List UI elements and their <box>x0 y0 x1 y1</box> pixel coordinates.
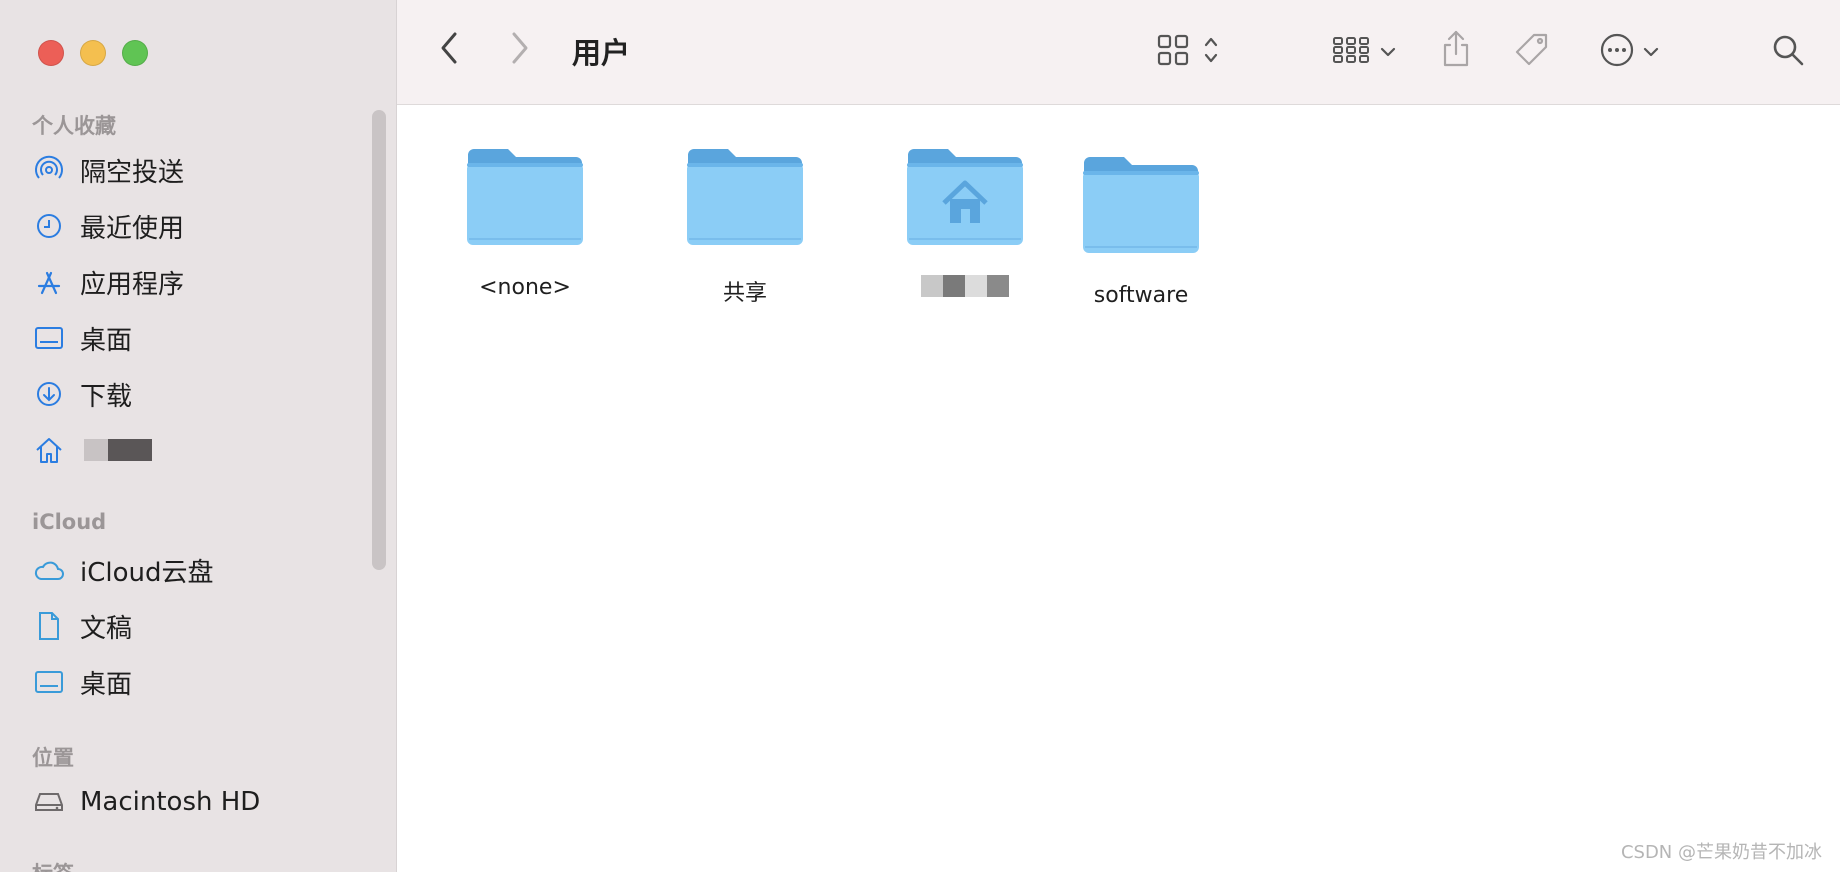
locations-section-title: 位置 <box>32 746 74 770</box>
sidebar-item-applications[interactable]: 应用程序 <box>32 260 362 304</box>
ellipsis-circle-icon <box>1599 32 1635 72</box>
disk-icon <box>32 785 66 819</box>
redacted-username <box>108 439 152 461</box>
sidebar-item-desktop[interactable]: 桌面 <box>32 316 362 360</box>
updown-chevron-icon <box>1203 34 1219 70</box>
sidebar-item-downloads[interactable]: 下载 <box>32 372 362 416</box>
folder-icon <box>1080 153 1202 261</box>
sidebar-item-icloud-desktop[interactable]: 桌面 <box>32 660 362 704</box>
icloud-section-title: iCloud <box>32 510 107 534</box>
desktop-icon <box>32 321 66 355</box>
sidebar-item-airdrop[interactable]: 隔空投送 <box>32 148 362 192</box>
sidebar-item-label: 应用程序 <box>80 269 185 300</box>
sidebar-item-icloud-drive[interactable]: iCloud云盘 <box>32 548 362 592</box>
apps-icon <box>32 265 66 299</box>
watermark: CSDN @芒果奶昔不加冰 <box>1620 842 1822 863</box>
folder-name: 共享 <box>722 281 767 306</box>
folder-item[interactable]: software <box>1051 153 1231 308</box>
search-button[interactable] <box>1766 30 1810 74</box>
document-icon <box>32 609 66 643</box>
folder-name: software <box>1093 283 1189 308</box>
sidebar-item-label: 桌面 <box>80 669 133 700</box>
chevron-left-icon <box>438 30 460 70</box>
sidebar-item-home[interactable] <box>32 428 362 472</box>
zoom-button[interactable] <box>122 40 148 66</box>
sidebar-item-label: 最近使用 <box>80 213 185 244</box>
share-icon <box>1440 28 1472 72</box>
minimize-button[interactable] <box>80 40 106 66</box>
folder-item[interactable]: <none> <box>435 145 615 300</box>
view-mode-button[interactable] <box>1148 32 1228 72</box>
desktop-icon <box>32 665 66 699</box>
file-browser: <none> 共享 software CSDN @芒果奶昔不加冰 <box>397 105 1840 872</box>
window-title: 用户 <box>572 36 631 70</box>
home-folder-icon <box>904 145 1026 253</box>
home-folder-item[interactable] <box>875 145 1055 297</box>
sidebar-item-documents[interactable]: 文稿 <box>32 604 362 648</box>
chevron-right-icon <box>509 30 531 70</box>
more-actions-button[interactable] <box>1594 30 1664 74</box>
folder-icon <box>464 145 586 253</box>
chevron-down-icon <box>1643 43 1659 62</box>
tag-icon <box>1513 31 1551 73</box>
group-by-button[interactable] <box>1326 32 1402 72</box>
favorites-section-title: 个人收藏 <box>32 114 116 138</box>
sidebar-scrollbar[interactable] <box>372 110 386 570</box>
share-button[interactable] <box>1436 28 1476 72</box>
group-by-icon <box>1332 34 1370 70</box>
sidebar-item-label: Macintosh HD <box>80 787 261 817</box>
close-button[interactable] <box>38 40 64 66</box>
folder-icon <box>684 145 806 253</box>
redacted-folder-name <box>921 275 1009 297</box>
sidebar-item-recents[interactable]: 最近使用 <box>32 204 362 248</box>
sidebar-item-label: 下载 <box>80 381 133 412</box>
airdrop-icon <box>32 153 66 187</box>
tag-button[interactable] <box>1510 30 1554 74</box>
sidebar-item-label: 隔空投送 <box>80 157 185 188</box>
folder-name: <none> <box>479 275 571 300</box>
sidebar-item-label: 文稿 <box>80 613 133 644</box>
chevron-down-icon <box>1380 43 1396 62</box>
redacted-username <box>84 439 108 461</box>
download-icon <box>32 377 66 411</box>
sidebar-item-label: iCloud云盘 <box>80 557 214 588</box>
home-icon <box>32 433 66 467</box>
search-icon <box>1771 33 1805 71</box>
forward-button[interactable] <box>500 30 540 70</box>
grid-view-icon <box>1157 34 1189 70</box>
sidebar: 个人收藏 隔空投送 最近使用 应用程序 桌面 下载 iCloud iCloud云… <box>0 0 397 872</box>
window-controls <box>38 40 148 66</box>
sidebar-item-macintosh-hd[interactable]: Macintosh HD <box>32 780 362 824</box>
sidebar-item-label: 桌面 <box>80 325 133 356</box>
back-button[interactable] <box>429 30 469 70</box>
cloud-icon <box>32 553 66 587</box>
tags-section-title: 标签 <box>32 858 74 872</box>
folder-item[interactable]: 共享 <box>655 145 835 307</box>
finder-window: 个人收藏 隔空投送 最近使用 应用程序 桌面 下载 iCloud iCloud云… <box>0 0 1840 872</box>
clock-icon <box>32 209 66 243</box>
